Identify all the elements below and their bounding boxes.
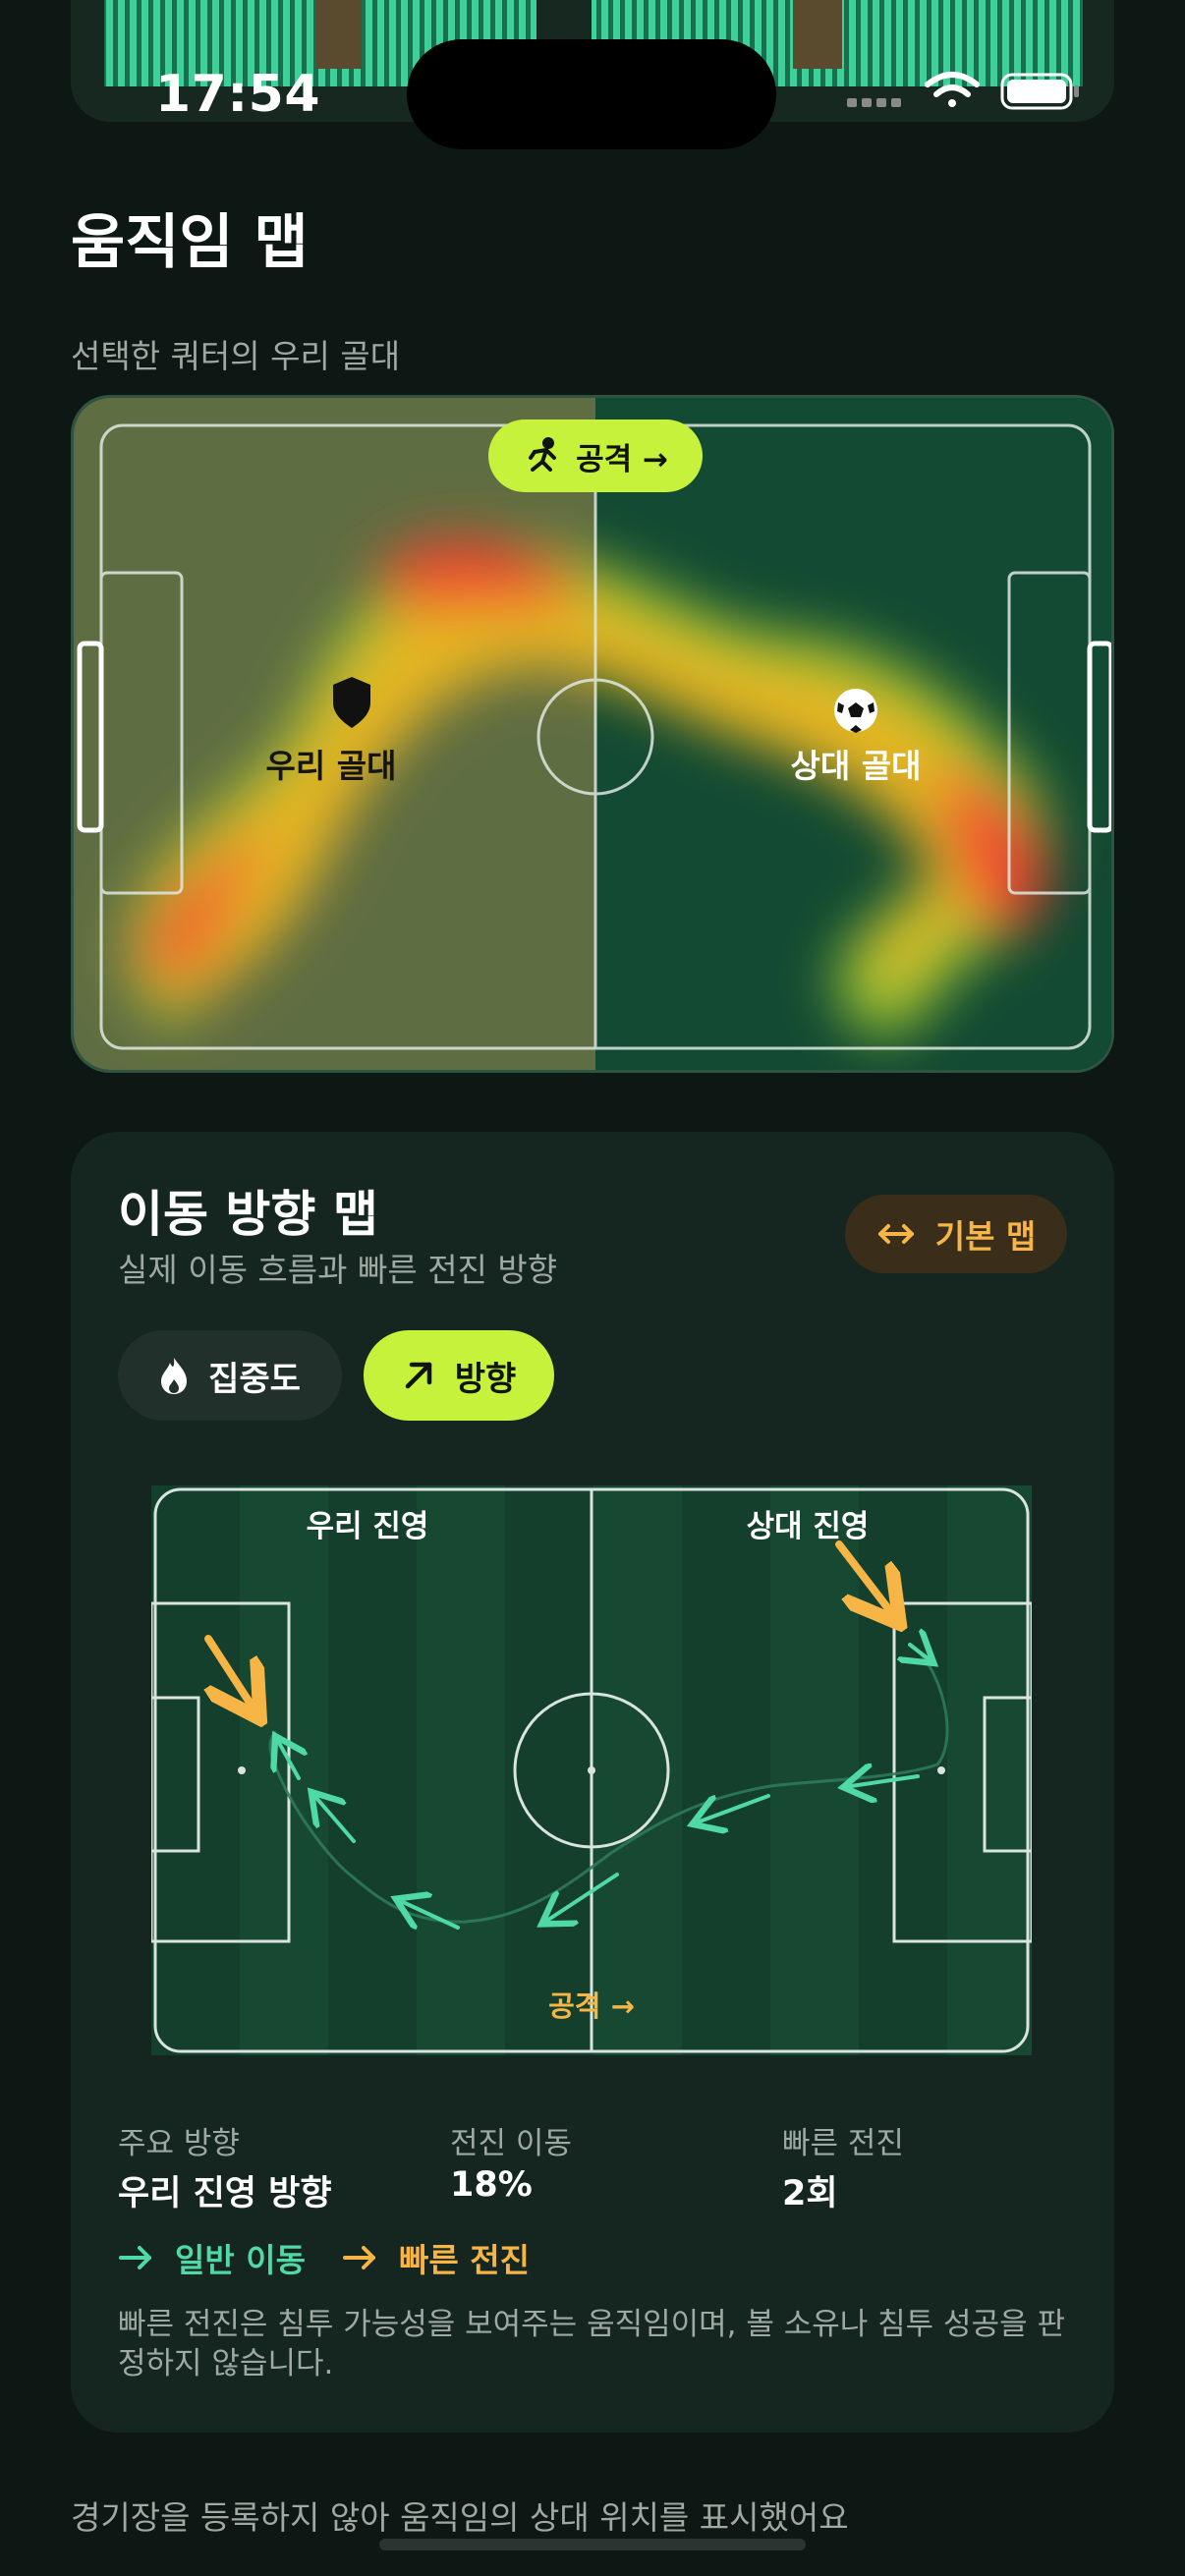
battery-icon: [1000, 73, 1079, 110]
direction-map-subtitle: 실제 이동 흐름과 빠른 전진 방향: [118, 1251, 558, 1289]
stat-label-fast-advance: 빠른 전진: [782, 2126, 904, 2161]
attack-label: 공격 →: [576, 441, 668, 477]
attack-direction-pill: 공격 →: [488, 420, 703, 492]
our-goal-label: 우리 골대: [265, 747, 397, 785]
stat-label-forward-move: 전진 이동: [450, 2126, 572, 2161]
arrow-right-icon: [119, 2246, 151, 2269]
legend-normal-label: 일반 이동: [175, 2241, 306, 2279]
direction-field: 우리 진영 상대 진영 공격 →: [151, 1485, 1032, 2055]
their-goal-label: 상대 골대: [790, 747, 922, 785]
tab-density-label: 집중도: [208, 1359, 301, 1399]
basic-map-button[interactable]: 기본 맵: [845, 1195, 1067, 1273]
running-person-icon: [529, 437, 557, 472]
swap-horizontal-icon: [877, 1224, 914, 1244]
their-half-label: 상대 진영: [747, 1509, 870, 1544]
page-title: 움직임 맵: [71, 208, 309, 277]
field-attack-label: 공격 →: [548, 1989, 635, 2023]
tab-density[interactable]: 집중도: [118, 1330, 342, 1421]
stat-value-forward-move: 18%: [450, 2165, 533, 2205]
status-icons: [847, 69, 1083, 112]
arrow-up-right-icon: [405, 1362, 431, 1389]
stat-label-main-direction: 주요 방향: [118, 2126, 240, 2161]
flame-icon: [161, 1358, 188, 1394]
dynamic-island: [407, 39, 776, 149]
arrow-right-icon: [343, 2246, 375, 2269]
heatmap-card: 공격 → 우리 골대 상대 골대: [71, 395, 1114, 1073]
our-half-label: 우리 진영: [307, 1509, 429, 1544]
direction-note: 빠른 전진은 침투 가능성을 보여주는 움직임이며, 볼 소유나 침투 성공을 …: [118, 2307, 1065, 2381]
stat-value-fast-advance: 2회: [782, 2174, 838, 2213]
basic-map-label: 기본 맵: [934, 1217, 1037, 1256]
heatmap-field: [74, 398, 1111, 1070]
stat-value-main-direction: 우리 진영 방향: [118, 2174, 332, 2213]
status-time: 17:54: [155, 65, 321, 124]
wifi-icon: [925, 72, 980, 107]
direction-map-title: 이동 방향 맵: [118, 1186, 378, 1243]
home-indicator: [379, 2539, 806, 2550]
direction-map-card: 이동 방향 맵 실제 이동 흐름과 빠른 전진 방향 기본 맵 집중도 방향 우…: [71, 1132, 1114, 2433]
legend-fast-label: 빠른 전진: [399, 2241, 530, 2279]
footer-note: 경기장을 등록하지 않아 움직임의 상대 위치를 표시했어요: [71, 2498, 849, 2537]
heatmap-subtitle: 선택한 쿼터의 우리 골대: [71, 337, 401, 375]
legend-normal-move: 일반 이동: [118, 2234, 306, 2281]
tab-direction-label: 방향: [454, 1359, 517, 1399]
tab-direction[interactable]: 방향: [364, 1330, 554, 1421]
legend-fast-move: 빠른 전진: [342, 2234, 530, 2281]
signal-dots-icon: [847, 98, 901, 107]
